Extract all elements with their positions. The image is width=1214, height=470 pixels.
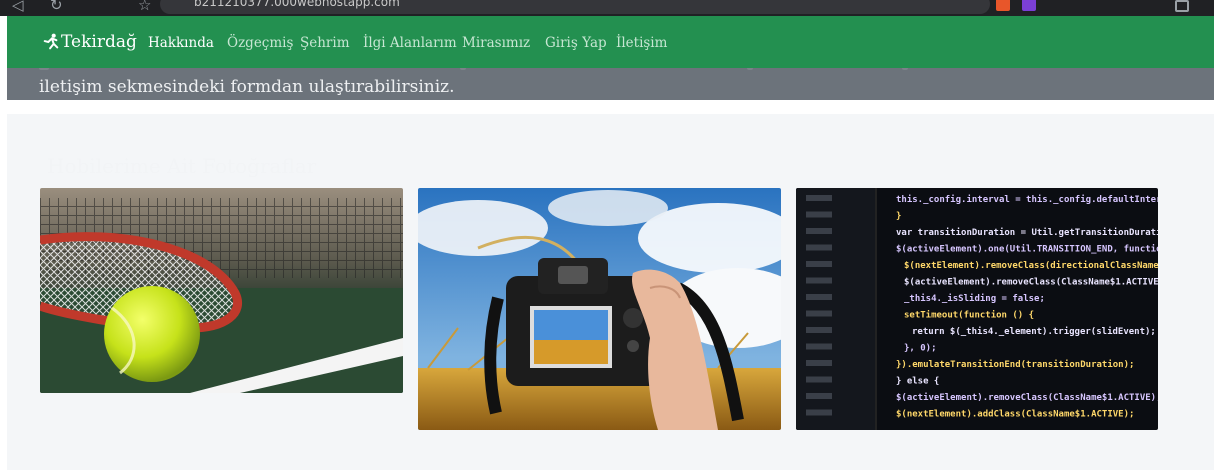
code-line: }).emulateTransitionEnd(transitionDurati… [896,359,1134,370]
line-number-mark [806,343,832,350]
address-bar[interactable]: b211210377.000webhostapp.com [160,0,990,14]
line-number-mark [806,195,832,201]
line-number-mark [806,409,832,416]
navbar: Tekirdağ Hakkında Özgeçmiş Şehrim İlgi A… [7,16,1214,68]
code-line: } else { [896,377,939,387]
gallery-heading: Hobilerime Ait Fotoğraflar [47,154,317,178]
url-text: b211210377.000webhostapp.com [194,0,400,9]
code-line: } [896,212,901,222]
code-photo: this._config.interval = this._config.def… [796,188,1158,430]
window-icon[interactable] [1175,0,1189,12]
line-number-mark [806,393,832,399]
line-number-mark [806,360,832,366]
brand-link[interactable]: Tekirdağ [42,32,137,52]
camera-image [418,188,781,430]
code-line: $(nextElement).addClass(ClassName$1.ACTI… [896,410,1134,420]
intro-band: iletişim sekmesindeki formdan ulaştırabi… [7,68,1214,100]
line-number-mark [806,327,832,333]
running-person-icon [43,33,59,50]
line-number-mark [806,294,832,300]
code-line: setTimeout(function () { [904,310,1034,321]
line-number-mark [806,261,832,267]
nav-sehrim[interactable]: Şehrim [300,35,350,51]
tennis-image [40,188,403,393]
line-number-mark [806,228,832,234]
brand-label: Tekirdağ [61,32,137,52]
nav-ozgecmis[interactable]: Özgeçmiş [227,35,293,51]
code-line: $(activeElement).removeClass(ClassName$1… [904,277,1158,288]
line-number-mark [806,277,832,284]
cut-text-fragment [460,68,466,70]
line-number-mark [806,310,832,317]
line-number-mark [806,244,832,251]
bookmark-icon[interactable]: ☆ [138,0,151,14]
gallery-section: Hobilerime Ait Fotoğraflar this._config.… [7,114,1214,470]
reload-icon[interactable]: ↻ [50,0,63,14]
code-line: $(activeElement).one(Util.TRANSITION_END… [896,244,1158,255]
cut-text-fragment [39,68,49,70]
line-number-mark [806,211,832,218]
nav-iletisim[interactable]: İletişim [616,35,667,51]
nav-giris-yap[interactable]: Giriş Yap [545,35,607,51]
code-line: _this4._isSliding = false; [904,293,1045,304]
code-line: $(activeElement).removeClass(ClassName$1… [896,392,1158,403]
nav-ilgi-alanlarim[interactable]: İlgi Alanlarım [363,35,457,51]
code-image: this._config.interval = this._config.def… [796,188,1158,430]
line-number-mark [806,376,832,383]
browser-toolbar: ◁ ↻ ☆ b211210377.000webhostapp.com [0,0,1214,16]
code-line: return $(_this4._element).trigger(slidEv… [912,326,1156,337]
brave-shield-icon[interactable] [996,0,1010,11]
camera-photo [418,188,781,430]
cut-text-fragment [902,68,908,70]
code-line: $(nextElement).removeClass(directionalCl… [904,260,1158,271]
nav-mirasimiz[interactable]: Mirasımız [462,35,530,51]
code-line: this._config.interval = this._config.def… [896,194,1158,205]
tennis-photo [40,188,403,393]
brave-rewards-icon[interactable] [1022,0,1036,11]
code-line: }, 0); [904,344,937,354]
cut-text-fragment [747,68,753,70]
back-arrow-icon[interactable]: ◁ [12,0,24,14]
intro-text: iletişim sekmesindeki formdan ulaştırabi… [39,77,455,97]
code-line: var transitionDuration = Util.getTransit… [896,227,1158,238]
nav-hakkinda[interactable]: Hakkında [148,35,214,51]
